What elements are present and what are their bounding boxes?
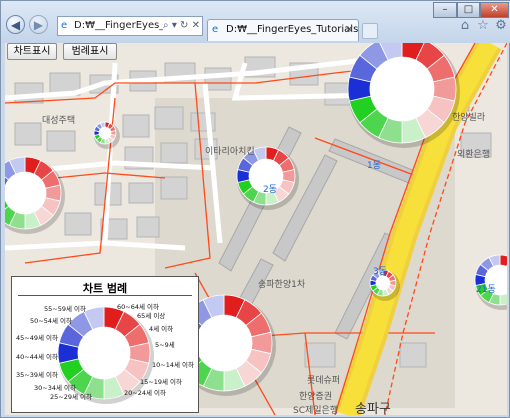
donut-slice bbox=[499, 254, 507, 268]
minimize-button[interactable]: – bbox=[433, 2, 457, 18]
donut-hole bbox=[78, 327, 130, 379]
search-icon[interactable]: ⌕ bbox=[163, 20, 169, 31]
refresh-icon[interactable]: ↻ bbox=[180, 20, 188, 31]
tab-title: D:₩__FingerEyes_Tutorials_... bbox=[226, 24, 359, 35]
gear-icon[interactable]: ⚙ bbox=[493, 18, 509, 34]
star-icon[interactable]: ☆ bbox=[475, 18, 491, 34]
label-bldg3: 3동 bbox=[373, 267, 388, 277]
chart-toggle-button[interactable]: 차트표시 bbox=[7, 43, 57, 60]
label-lotte: 롯데슈퍼 bbox=[307, 376, 341, 386]
home-icon[interactable]: ⌂ bbox=[457, 18, 473, 34]
legend-toggle-button[interactable]: 범례표시 bbox=[63, 43, 117, 60]
page-icon: e bbox=[61, 20, 68, 31]
label-hanyang-sec: 한양증권 bbox=[299, 392, 333, 402]
page-icon: e bbox=[212, 24, 219, 35]
legend-label: 15~19세 이하 bbox=[140, 378, 182, 386]
close-icon[interactable]: ✕ bbox=[345, 20, 354, 40]
legend-label: 55~59세 이하 bbox=[44, 305, 86, 313]
label-italia: 이타리아치킨 bbox=[205, 147, 255, 157]
donut-hole bbox=[5, 172, 46, 214]
legend-label: 65세 이상 bbox=[137, 312, 166, 320]
label-bldg1: 1동 bbox=[367, 161, 382, 171]
legend-label: 5~9세 bbox=[155, 341, 175, 349]
dropdown-icon[interactable]: ▾ bbox=[172, 20, 177, 31]
address-tools: ⌕ ▾ ↻ ✕ bbox=[163, 17, 200, 35]
legend-label: 50~54세 이하 bbox=[30, 317, 72, 325]
donut-hole bbox=[99, 127, 111, 139]
tab-bar: ◀ ▶ e D:₩__FingerEyes_Tu ⌕ ▾ ↻ ✕ e D:₩__… bbox=[1, 1, 510, 43]
new-tab-button[interactable] bbox=[362, 23, 378, 39]
legend-label: 20~24세 이하 bbox=[124, 389, 166, 397]
legend-label: 45~49세 이하 bbox=[16, 334, 58, 342]
legend-title: 차트 범례 bbox=[82, 282, 128, 295]
label-songpa-apt: 송파한양1차 bbox=[258, 280, 306, 290]
legend-label: 10~14세 이하 bbox=[152, 361, 194, 369]
label-bldg21: 21동 bbox=[476, 285, 496, 295]
age-donut bbox=[93, 121, 120, 149]
donut-hole bbox=[376, 276, 390, 290]
donut-hole bbox=[196, 315, 252, 371]
label-bldg2: 2동 bbox=[263, 185, 278, 195]
chart-legend: 차트 범례 55~59세 이하 60~64세 이하 65세 이상 50~54세 … bbox=[11, 276, 199, 413]
window-close-button[interactable]: ✕ bbox=[480, 2, 509, 18]
label-daesung: 대성주택 bbox=[42, 116, 76, 126]
legend-label: 40~44세 이하 bbox=[16, 353, 58, 361]
address-bar[interactable]: e D:₩__FingerEyes_Tu ⌕ ▾ ↻ ✕ bbox=[57, 16, 203, 36]
address-text: D:₩__FingerEyes_Tu bbox=[74, 20, 176, 31]
label-songpa-gu: 송파구 bbox=[355, 402, 391, 415]
maximize-button[interactable]: □ bbox=[457, 2, 480, 18]
label-woori-bank: 외환은행 bbox=[457, 150, 491, 160]
donut-hole bbox=[370, 57, 434, 121]
map-viewport[interactable]: 차트표시 범례표시 대성주택 이타리아치킨 한양빌라 외환은행 1동 2동 3동… bbox=[5, 43, 507, 415]
legend-label: 25~29세 이하 bbox=[50, 393, 92, 401]
legend-label: 35~39세 이하 bbox=[16, 371, 58, 379]
back-icon[interactable]: ◀ bbox=[6, 15, 25, 34]
browser-window: ◀ ▶ e D:₩__FingerEyes_Tu ⌕ ▾ ↻ ✕ e D:₩__… bbox=[0, 0, 510, 418]
label-hanyang-villa: 한양빌라 bbox=[452, 113, 486, 123]
close-icon[interactable]: ✕ bbox=[192, 20, 200, 31]
forward-icon[interactable]: ▶ bbox=[29, 15, 48, 34]
label-sc-bank: SC제일은행 bbox=[293, 406, 339, 415]
legend-label: 4세 이하 bbox=[149, 325, 174, 333]
donut-slice bbox=[499, 292, 507, 306]
tab-active[interactable]: e D:₩__FingerEyes_Tutorials_... ✕ bbox=[207, 19, 359, 41]
